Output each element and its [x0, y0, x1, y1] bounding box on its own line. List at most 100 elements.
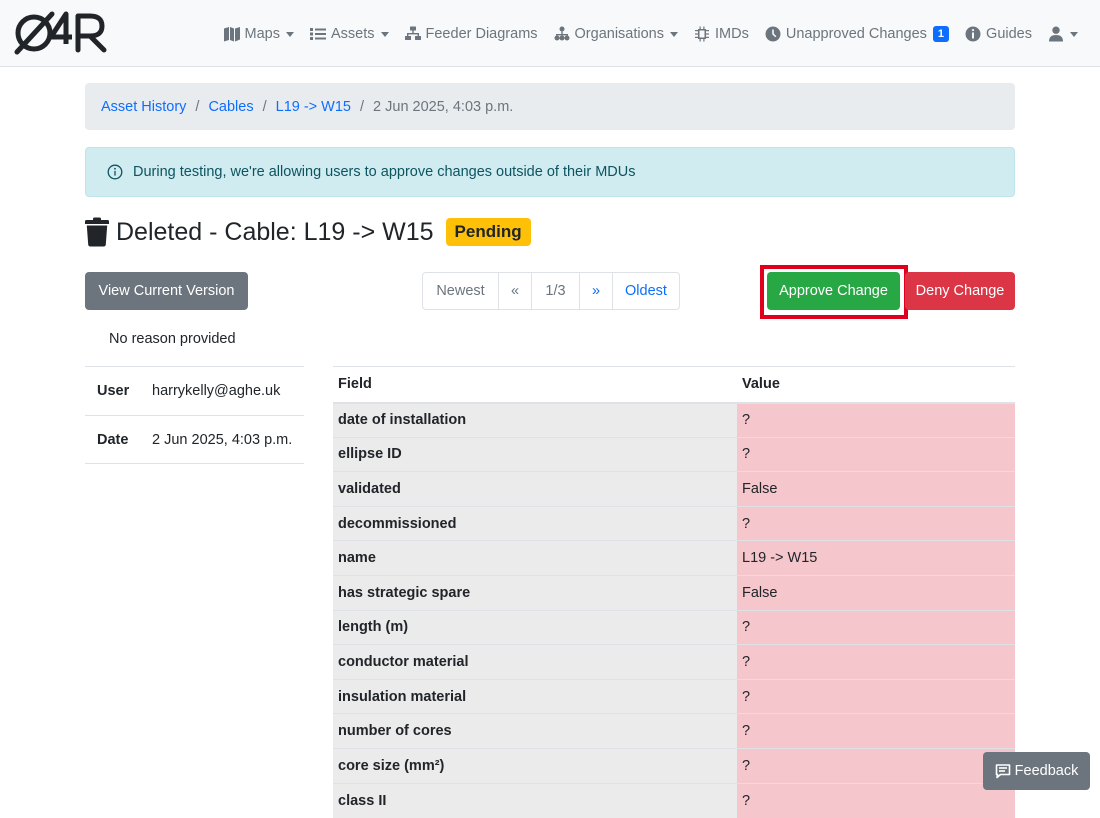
alert-text: During testing, we're allowing users to … [133, 164, 636, 180]
info-circle-icon [107, 164, 123, 180]
pagination-oldest[interactable]: Oldest [612, 273, 679, 309]
breadcrumb-cables[interactable]: Cables [208, 99, 253, 115]
field-value: ? [737, 436, 1015, 472]
map-icon [223, 26, 240, 41]
change-reason: No reason provided [109, 331, 236, 347]
table-row: core size (mm²)? [333, 747, 1015, 784]
brand-logo[interactable] [14, 10, 110, 56]
trash-icon [85, 217, 109, 247]
user-icon [1049, 26, 1063, 41]
diff-table: Field Value date of installation? ellips… [333, 366, 1015, 818]
table-row: number of cores? [333, 713, 1015, 749]
table-row: class II? [333, 782, 1015, 818]
nav-maps-label: Maps [244, 25, 280, 42]
meta-row-user: User harrykelly@aghe.uk [85, 366, 304, 415]
nav-feeder-diagrams[interactable]: Feeder Diagrams [404, 25, 538, 42]
table-row: length (m)? [333, 609, 1015, 645]
feedback-button[interactable]: Feedback [983, 752, 1090, 790]
unapproved-count-badge: 1 [932, 25, 950, 42]
view-current-version-button[interactable]: View Current Version [85, 272, 248, 310]
field-name: core size (mm²) [333, 747, 737, 784]
field-value: ? [737, 609, 1015, 645]
table-row: decommissioned? [333, 505, 1015, 541]
nav-guides-label: Guides [986, 25, 1032, 42]
table-header-row: Field Value [333, 366, 1015, 404]
nav-organisations-label: Organisations [574, 25, 664, 42]
field-name: length (m) [333, 609, 737, 645]
chip-icon [695, 26, 709, 41]
field-name: insulation material [333, 678, 737, 714]
field-value: L19 -> W15 [737, 540, 1015, 576]
org-chart-icon [554, 26, 570, 40]
nav-maps[interactable]: Maps [223, 25, 294, 42]
nav-unapproved-changes[interactable]: Unapproved Changes 1 [765, 25, 950, 42]
meta-row-date: Date 2 Jun 2025, 4:03 p.m. [85, 415, 304, 464]
comment-icon [995, 764, 1010, 779]
column-header-value: Value [737, 366, 1015, 404]
sitemap-icon [404, 26, 421, 40]
nav-guides[interactable]: Guides [965, 26, 1032, 42]
table-row: ellipse ID? [333, 436, 1015, 472]
field-value: False [737, 574, 1015, 611]
field-name: decommissioned [333, 505, 737, 541]
pagination-next[interactable]: » [579, 273, 612, 309]
breadcrumb-asset[interactable]: L19 -> W15 [276, 99, 351, 115]
nav-organisations[interactable]: Organisations [554, 26, 678, 42]
pagination-current-page: 1/3 [531, 273, 579, 309]
diff-table-wrapper: Field Value date of installation? ellips… [333, 366, 1015, 818]
field-name: conductor material [333, 644, 737, 680]
nav-imds[interactable]: IMDs [694, 26, 749, 42]
field-value: ? [737, 782, 1015, 818]
chevron-down-icon [670, 31, 678, 37]
clock-icon [765, 26, 781, 41]
pagination-prev[interactable]: « [498, 273, 531, 309]
chevron-down-icon [1070, 31, 1078, 37]
breadcrumb-separator: / [262, 98, 267, 115]
nav-user-menu[interactable] [1048, 26, 1078, 42]
deny-change-button[interactable]: Deny Change [905, 272, 1015, 310]
field-value: ? [737, 505, 1015, 541]
chevron-down-icon [380, 31, 389, 37]
breadcrumb-asset-history[interactable]: Asset History [101, 99, 186, 115]
nav-assets-label: Assets [331, 25, 375, 42]
table-row: conductor material? [333, 644, 1015, 680]
field-value: ? [737, 747, 1015, 784]
nav-feeder-diagrams-label: Feeder Diagrams [425, 25, 538, 42]
breadcrumb: Asset History / Cables / L19 -> W15 / 2 … [85, 83, 1015, 130]
table-row: insulation material? [333, 678, 1015, 714]
table-row: validated False [333, 471, 1015, 507]
field-name: number of cores [333, 713, 737, 749]
info-icon [965, 26, 981, 41]
field-value: ? [737, 713, 1015, 749]
nav-assets[interactable]: Assets [310, 26, 389, 42]
table-row: date of installation? [333, 402, 1015, 438]
nav-unapproved-changes-label: Unapproved Changes [785, 25, 927, 42]
change-meta: User harrykelly@aghe.uk Date 2 Jun 2025,… [85, 366, 304, 464]
field-value: ? [737, 644, 1015, 680]
main-nav: Maps Assets Feeder Diagrams Organisation… [223, 0, 1078, 67]
field-name: ellipse ID [333, 436, 737, 472]
table-row: has strategic spare False [333, 574, 1015, 611]
field-name: name [333, 540, 737, 576]
field-value: ? [737, 402, 1015, 438]
meta-value: 2 Jun 2025, 4:03 p.m. [152, 431, 293, 448]
meta-key: User [97, 383, 130, 399]
column-header-field: Field [333, 366, 737, 404]
feedback-label: Feedback [1014, 763, 1079, 779]
field-name: class II [333, 782, 737, 818]
field-name: validated [333, 471, 737, 507]
breadcrumb-separator: / [360, 98, 365, 115]
field-name: has strategic spare [333, 574, 737, 611]
navbar: Maps Assets Feeder Diagrams Organisation… [0, 0, 1100, 67]
pagination-newest[interactable]: Newest [423, 273, 498, 309]
field-value: False [737, 471, 1015, 507]
approve-change-button[interactable]: Approve Change [767, 272, 900, 310]
list-icon [310, 27, 326, 40]
nav-imds-label: IMDs [715, 25, 749, 42]
chevron-down-icon [286, 31, 294, 37]
field-value: ? [737, 678, 1015, 714]
breadcrumb-current: 2 Jun 2025, 4:03 p.m. [373, 98, 514, 115]
testing-alert: During testing, we're allowing users to … [85, 147, 1015, 197]
status-badge: Pending [445, 218, 531, 246]
field-name: date of installation [333, 402, 737, 438]
